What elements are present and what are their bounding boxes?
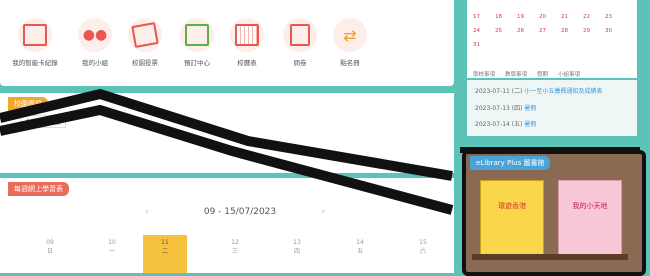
annotation-lines [0,88,640,215]
